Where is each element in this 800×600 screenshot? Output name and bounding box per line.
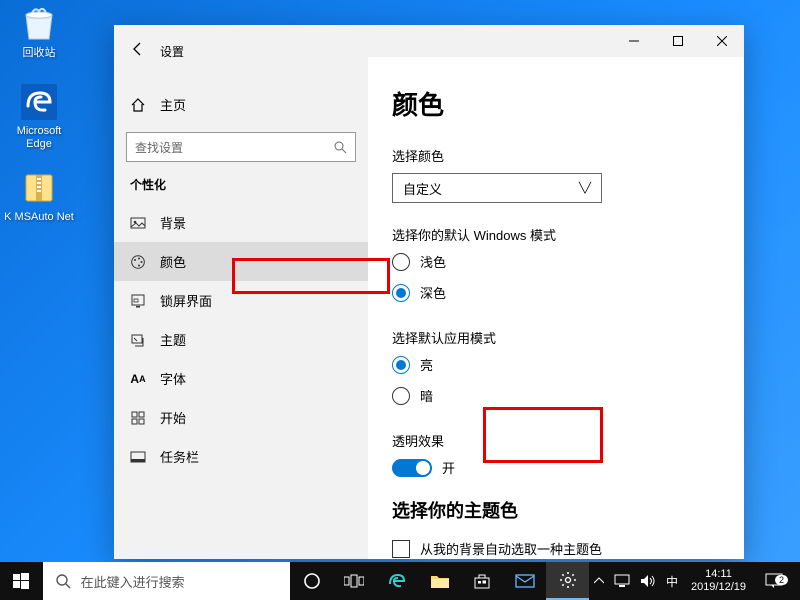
clock-time: 14:11 <box>691 568 746 581</box>
radio-label: 亮 <box>420 355 433 374</box>
palette-icon <box>130 254 146 270</box>
app-mode-dark[interactable]: 暗 <box>392 386 720 405</box>
start-button[interactable] <box>0 562 43 600</box>
desktop-icon-label: K MSAuto Net <box>4 211 74 224</box>
toggle-state: 开 <box>442 458 455 477</box>
radio-icon <box>392 284 410 302</box>
zip-folder-icon <box>19 168 59 208</box>
nav-label: 开始 <box>160 408 186 427</box>
radio-icon <box>392 253 410 271</box>
chevron-down-icon: ╲╱ <box>579 183 591 194</box>
radio-icon <box>392 356 410 374</box>
theme-icon <box>130 332 146 348</box>
search-placeholder: 在此键入进行搜索 <box>81 572 185 591</box>
home-label: 主页 <box>160 95 186 114</box>
app-mode-light[interactable]: 亮 <box>392 355 720 374</box>
desktop-icon-label: 回收站 <box>4 47 74 60</box>
sidebar: 主页 查找设置 个性化 背景 颜色 锁屏界面 主题 <box>114 57 368 559</box>
search-placeholder: 查找设置 <box>135 139 183 156</box>
font-icon: AA <box>130 371 146 387</box>
win-mode-label: 选择你的默认 Windows 模式 <box>392 225 720 244</box>
start-icon <box>130 410 146 426</box>
taskbar-edge[interactable] <box>376 562 419 600</box>
clock-date: 2019/12/19 <box>691 581 746 594</box>
home-nav[interactable]: 主页 <box>114 87 368 122</box>
nav-label: 字体 <box>160 369 186 388</box>
nav-label: 背景 <box>160 213 186 232</box>
nav-taskbar[interactable]: 任务栏 <box>114 437 368 476</box>
accent-heading: 选择你的主题色 <box>392 497 720 523</box>
desktop-icon-edge[interactable]: Microsoft Edge <box>4 82 74 151</box>
titlebar: 设置 <box>114 25 744 57</box>
checkbox-icon <box>392 540 410 558</box>
lockscreen-icon <box>130 293 146 309</box>
search-icon <box>55 573 71 589</box>
edge-icon <box>19 82 59 122</box>
nav-lockscreen[interactable]: 锁屏界面 <box>114 281 368 320</box>
recycle-bin-icon <box>19 4 59 44</box>
settings-window: 设置 主页 查找设置 个性化 背景 颜色 <box>114 25 744 559</box>
nav-themes[interactable]: 主题 <box>114 320 368 359</box>
taskbar-mail[interactable] <box>504 562 547 600</box>
app-title: 设置 <box>160 43 184 60</box>
taskbar-clock[interactable]: 14:11 2019/12/19 <box>683 568 754 593</box>
task-view-button[interactable] <box>333 562 376 600</box>
transparency-label: 透明效果 <box>392 431 720 450</box>
taskbar-settings[interactable] <box>546 562 589 600</box>
radio-icon <box>392 387 410 405</box>
radio-label: 深色 <box>420 283 446 302</box>
nav-label: 颜色 <box>160 252 186 271</box>
maximize-button[interactable] <box>656 25 700 57</box>
close-button[interactable] <box>700 25 744 57</box>
cortana-button[interactable] <box>290 562 333 600</box>
nav-background[interactable]: 背景 <box>114 203 368 242</box>
minimize-button[interactable] <box>612 25 656 57</box>
search-icon <box>333 140 347 154</box>
tray-display-icon[interactable] <box>609 562 635 600</box>
checkbox-label: 从我的背景自动选取一种主题色 <box>420 539 602 558</box>
taskbar-explorer[interactable] <box>418 562 461 600</box>
system-tray: 中 14:11 2019/12/19 2 <box>589 562 800 600</box>
tray-ime[interactable]: 中 <box>661 562 683 600</box>
nav-label: 锁屏界面 <box>160 291 212 310</box>
transparency-toggle[interactable] <box>392 459 432 477</box>
taskbar-icon <box>130 449 146 465</box>
taskbar-search[interactable]: 在此键入进行搜索 <box>43 562 291 600</box>
category-title: 个性化 <box>114 176 368 203</box>
win-mode-dark[interactable]: 深色 <box>392 283 720 302</box>
radio-label: 浅色 <box>420 252 446 271</box>
desktop-icon-label: Microsoft Edge <box>4 125 74 151</box>
tray-volume-icon[interactable] <box>635 562 661 600</box>
nav-start[interactable]: 开始 <box>114 398 368 437</box>
taskbar-store[interactable] <box>461 562 504 600</box>
back-button[interactable] <box>130 41 146 57</box>
taskbar: 在此键入进行搜索 中 14:11 2019/12/19 2 <box>0 562 800 600</box>
tray-chevron[interactable] <box>589 562 609 600</box>
choose-color-label: 选择颜色 <box>392 146 720 165</box>
desktop-icon-recycle-bin[interactable]: 回收站 <box>4 4 74 60</box>
radio-label: 暗 <box>420 386 433 405</box>
nav-fonts[interactable]: AA 字体 <box>114 359 368 398</box>
nav-label: 主题 <box>160 330 186 349</box>
desktop-icon-kmsauto[interactable]: K MSAuto Net <box>4 168 74 224</box>
action-center-button[interactable]: 2 <box>754 573 794 589</box>
page-title: 颜色 <box>392 85 720 122</box>
app-mode-label: 选择默认应用模式 <box>392 328 720 347</box>
notification-badge: 2 <box>775 575 788 585</box>
nav-colors[interactable]: 颜色 <box>114 242 368 281</box>
auto-accent-checkbox[interactable]: 从我的背景自动选取一种主题色 <box>392 539 720 558</box>
win-mode-light[interactable]: 浅色 <box>392 252 720 271</box>
home-icon <box>130 97 146 113</box>
search-input[interactable]: 查找设置 <box>126 132 356 162</box>
picture-icon <box>130 215 146 231</box>
select-value: 自定义 <box>403 179 442 198</box>
content-pane: 颜色 选择颜色 自定义 ╲╱ 选择你的默认 Windows 模式 浅色 深色 选… <box>368 57 744 559</box>
nav-label: 任务栏 <box>160 447 199 466</box>
choose-color-select[interactable]: 自定义 ╲╱ <box>392 173 602 203</box>
